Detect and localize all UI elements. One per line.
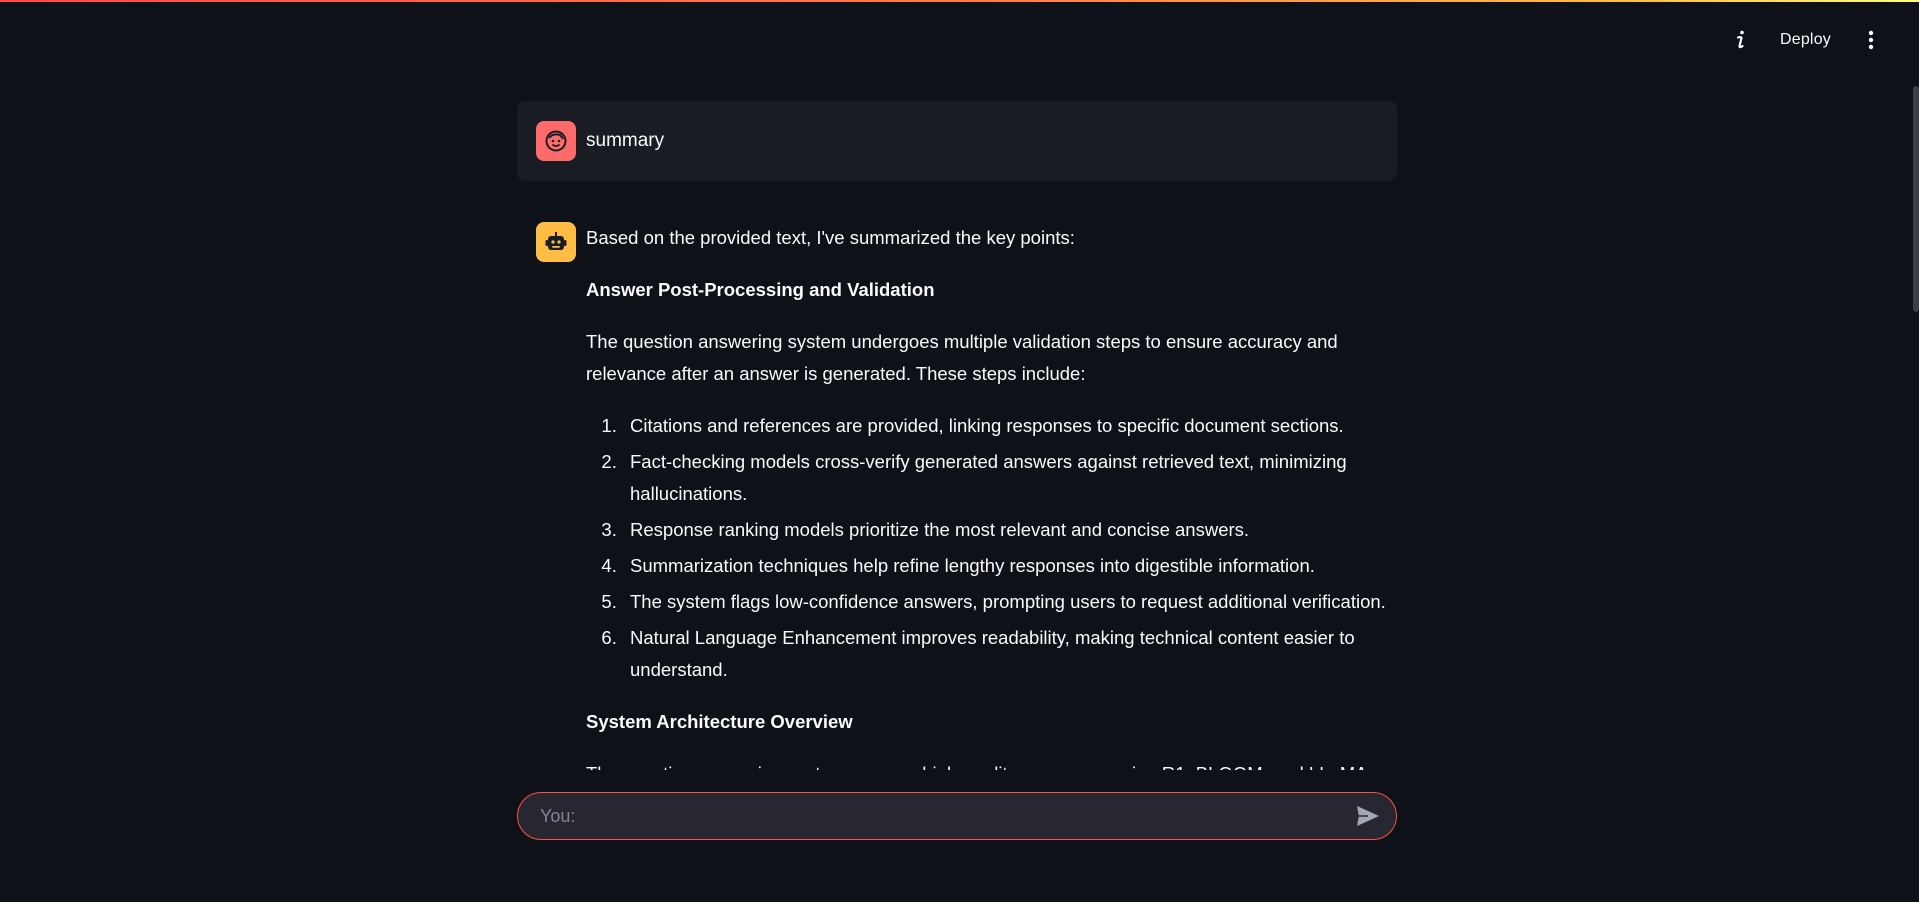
list-item: Summarization techniques help refine len… [622,550,1397,582]
assistant-message: Based on the provided text, I've summari… [517,222,1397,770]
list-item: Response ranking models prioritize the m… [622,514,1397,546]
section-paragraph: The question answering system ensures hi… [586,758,1397,770]
validation-steps-list: Citations and references are provided, l… [586,410,1397,686]
list-item: Fact-checking models cross-verify genera… [622,446,1397,510]
user-message: summary [517,101,1397,181]
section-heading: System Architecture Overview [586,711,853,732]
robot-icon [545,232,567,250]
chat-column: summary Based on the provided text, I've… [517,101,1397,770]
chat-input-container [517,792,1397,840]
user-message-text: summary [586,130,665,151]
assistant-message-body: Based on the provided text, I've summari… [586,222,1397,770]
chat-input[interactable] [538,804,1354,828]
assistant-intro: Based on the provided text, I've summari… [586,227,1075,248]
send-icon [1357,806,1379,826]
send-button[interactable] [1354,802,1382,830]
list-item: The system flags low-confidence answers,… [622,586,1397,618]
list-item: Citations and references are provided, l… [622,410,1397,442]
list-item: Natural Language Enhancement improves re… [622,622,1397,686]
section-paragraph: The question answering system undergoes … [586,331,1338,384]
chat-scroll-area: summary Based on the provided text, I've… [0,0,1919,770]
user-avatar [536,121,576,161]
user-face-icon [545,130,567,152]
section-heading: Answer Post-Processing and Validation [586,279,935,300]
assistant-avatar [536,222,576,262]
